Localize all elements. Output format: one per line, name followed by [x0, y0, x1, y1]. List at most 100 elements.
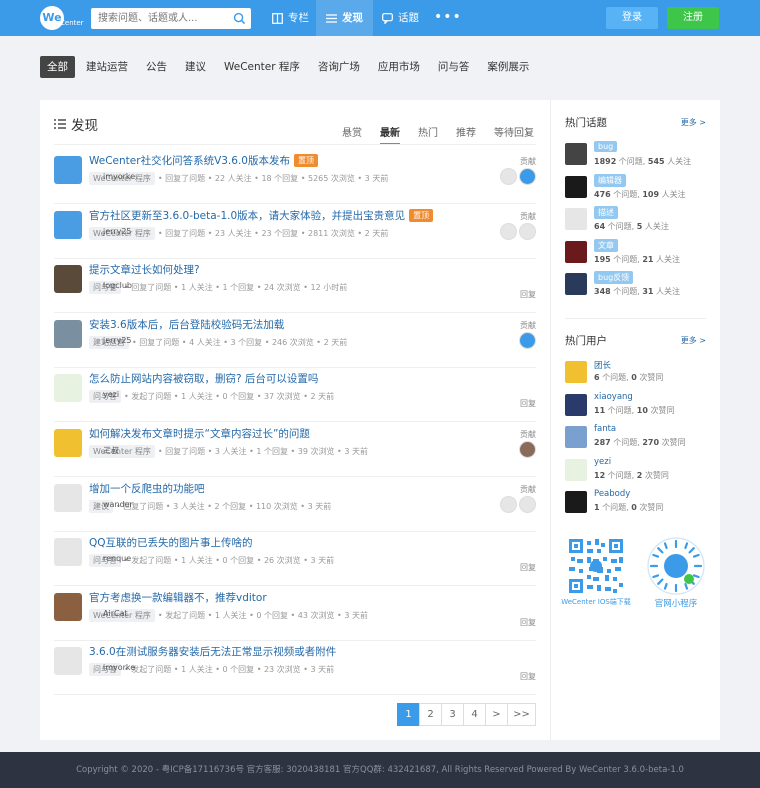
author-link[interactable]: jerry25: [103, 227, 253, 257]
author-link[interactable]: jerry25: [103, 336, 253, 366]
question-title[interactable]: 增加一个反爬虫的功能吧: [89, 481, 205, 496]
avatar[interactable]: [565, 491, 587, 513]
avatar[interactable]: [54, 647, 82, 676]
contributor-avatar[interactable]: [500, 495, 517, 513]
search-box[interactable]: [91, 8, 251, 29]
author-link[interactable]: 三叔: [103, 445, 253, 475]
user-name[interactable]: Peabody: [594, 489, 630, 499]
nav-columns[interactable]: 专栏: [262, 0, 319, 36]
category-item[interactable]: 咨询广场: [311, 56, 367, 78]
register-button[interactable]: 注册: [667, 7, 719, 29]
question-row[interactable]: 提示文章过长如何处理? 问与答 • logclub 回复了问题 • 1 人关注 • …: [54, 259, 536, 314]
contributor-avatar[interactable]: [519, 168, 536, 185]
nav-topics[interactable]: 话题: [372, 0, 429, 36]
hot-topics-more-link[interactable]: 更多 >: [681, 117, 706, 128]
question-title[interactable]: 怎么防止网站内容被窃取，删窃? 后台可以设置吗: [89, 371, 318, 386]
avatar[interactable]: [54, 374, 82, 403]
topic-tag[interactable]: bug: [594, 141, 618, 152]
category-item[interactable]: 公告: [139, 56, 174, 78]
avatar[interactable]: [54, 265, 82, 294]
question-title-text[interactable]: 提示文章过长如何处理?: [89, 264, 200, 276]
login-button[interactable]: 登录: [606, 7, 658, 29]
question-title-text[interactable]: QQ互联的已丢失的图片事上传啥的: [89, 537, 253, 549]
avatar[interactable]: [54, 156, 82, 184]
question-title-text[interactable]: 如何解决发布文章时提示“文章内容过长”的问题: [89, 428, 310, 440]
question-title[interactable]: 官方考虑换一款编辑器不，推荐vditor: [89, 590, 267, 605]
user-name[interactable]: xiaoyang: [594, 392, 633, 402]
tab-reward[interactable]: 悬赏: [342, 124, 362, 145]
topic-image[interactable]: [565, 240, 587, 263]
author-link[interactable]: logclub: [103, 281, 253, 311]
question-title[interactable]: 3.6.0在测试服务器安装后无法正常显示视频或者附件: [89, 644, 336, 659]
topic-tag[interactable]: 描述: [594, 206, 618, 219]
author-link[interactable]: imyorke: [103, 172, 253, 202]
topic-item[interactable]: bug 1892 个问题, 545 人关注: [565, 141, 715, 171]
hot-users-more-link[interactable]: 更多 >: [681, 335, 706, 346]
question-title-text[interactable]: 官方社区更新至3.6.0-beta-1.0版本，请大家体验，并提出宝贵意见: [89, 210, 405, 222]
avatar[interactable]: [565, 458, 587, 481]
topic-item[interactable]: 描述 64 个问题, 5 人关注: [565, 206, 715, 236]
avatar[interactable]: [565, 361, 587, 383]
tab-latest[interactable]: 最新: [380, 124, 400, 145]
question-title-text[interactable]: 安装3.6版本后，后台登陆校验码无法加载: [89, 319, 284, 331]
tab-unanswered[interactable]: 等待回复: [494, 124, 534, 145]
question-row[interactable]: WeCenter社交化问答系统V3.6.0版本发布 置顶 WeCenter 程序 • …: [54, 150, 536, 204]
contributor-avatar[interactable]: [500, 168, 517, 185]
topic-image[interactable]: [565, 143, 587, 165]
nav-discover[interactable]: 发现: [316, 0, 373, 36]
last-page-button[interactable]: >>: [507, 703, 536, 726]
user-item[interactable]: yezi 12 个问题, 2 次赞同: [565, 457, 715, 487]
topic-item[interactable]: bug反馈 348 个问题, 31 人关注: [565, 271, 715, 301]
contributor-avatar[interactable]: [519, 222, 536, 240]
question-row[interactable]: 增加一个反爬虫的功能吧 建议 • wander 回复了问题 • 3 人关注 • 2 …: [54, 478, 536, 532]
avatar[interactable]: [565, 426, 587, 448]
avatar[interactable]: [54, 538, 82, 567]
user-name[interactable]: yezi: [594, 457, 611, 467]
question-title[interactable]: 如何解决发布文章时提示“文章内容过长”的问题: [89, 426, 310, 441]
more-menu-icon[interactable]: •••: [434, 9, 462, 25]
avatar[interactable]: [54, 429, 82, 457]
topic-tag[interactable]: bug反馈: [594, 271, 634, 284]
logo[interactable]: We Center: [40, 6, 84, 30]
contributor-avatar[interactable]: [519, 441, 536, 458]
category-all[interactable]: 全部: [40, 56, 75, 78]
user-item[interactable]: 团长 6 个问题, 0 次赞同: [565, 359, 715, 389]
tab-hot[interactable]: 热门: [418, 124, 438, 145]
question-row[interactable]: 如何解决发布文章时提示“文章内容过长”的问题 WeCenter 程序 • 三叔 回复…: [54, 423, 536, 477]
topic-tag[interactable]: 文章: [594, 238, 618, 252]
page-button[interactable]: 2: [419, 703, 442, 726]
user-item[interactable]: fanta 287 个问题, 270 次赞同: [565, 424, 715, 454]
category-item[interactable]: 建议: [178, 56, 213, 78]
question-title-text[interactable]: 官方考虑换一款编辑器不，推荐vditor: [89, 592, 267, 604]
category-item[interactable]: 应用市场: [371, 56, 427, 78]
question-title-text[interactable]: 增加一个反爬虫的功能吧: [89, 483, 205, 495]
category-item[interactable]: 建站运营: [79, 56, 135, 78]
contributor-avatar[interactable]: [519, 331, 536, 349]
avatar[interactable]: [54, 210, 82, 239]
next-page-button[interactable]: >: [485, 703, 508, 726]
question-row[interactable]: 官方社区更新至3.6.0-beta-1.0版本，请大家体验，并提出宝贵意见 置顶 W…: [54, 205, 536, 259]
question-title-text[interactable]: 3.6.0在测试服务器安装后无法正常显示视频或者附件: [89, 646, 336, 658]
page-button[interactable]: 3: [441, 703, 464, 726]
tab-recommended[interactable]: 推荐: [456, 124, 476, 145]
contributor-avatar[interactable]: [500, 222, 517, 240]
question-title-text[interactable]: WeCenter社交化问答系统V3.6.0版本发布: [89, 155, 290, 167]
question-row[interactable]: 怎么防止网站内容被窃取，删窃? 后台可以设置吗 问与答 • yezi 发起了问题 •…: [54, 368, 536, 423]
author-link[interactable]: imyorke: [103, 663, 253, 693]
avatar[interactable]: [54, 483, 82, 512]
question-row[interactable]: 3.6.0在测试服务器安装后无法正常显示视频或者附件 问与答 • imyorke 发…: [54, 641, 536, 696]
search-input[interactable]: [91, 8, 229, 29]
author-link[interactable]: renque: [103, 554, 253, 584]
question-title-text[interactable]: 怎么防止网站内容被窃取，删窃? 后台可以设置吗: [89, 373, 318, 385]
topic-image[interactable]: [565, 208, 587, 230]
user-item[interactable]: Peabody 1 个问题, 0 次赞同: [565, 489, 715, 519]
topic-image[interactable]: [565, 273, 587, 295]
question-title[interactable]: QQ互联的已丢失的图片事上传啥的: [89, 535, 253, 550]
question-row[interactable]: 安装3.6版本后，后台登陆校验码无法加载 建站运营 • jerry25 回复了问题 …: [54, 314, 536, 368]
topic-item[interactable]: 文章 195 个问题, 21 人关注: [565, 238, 715, 269]
contributor-avatar[interactable]: [519, 495, 536, 513]
category-item[interactable]: 问与答: [431, 56, 477, 78]
topic-item[interactable]: 编辑器 476 个问题, 109 人关注: [565, 173, 715, 204]
page-button[interactable]: 1: [397, 703, 420, 726]
topic-tag[interactable]: 编辑器: [594, 173, 626, 187]
